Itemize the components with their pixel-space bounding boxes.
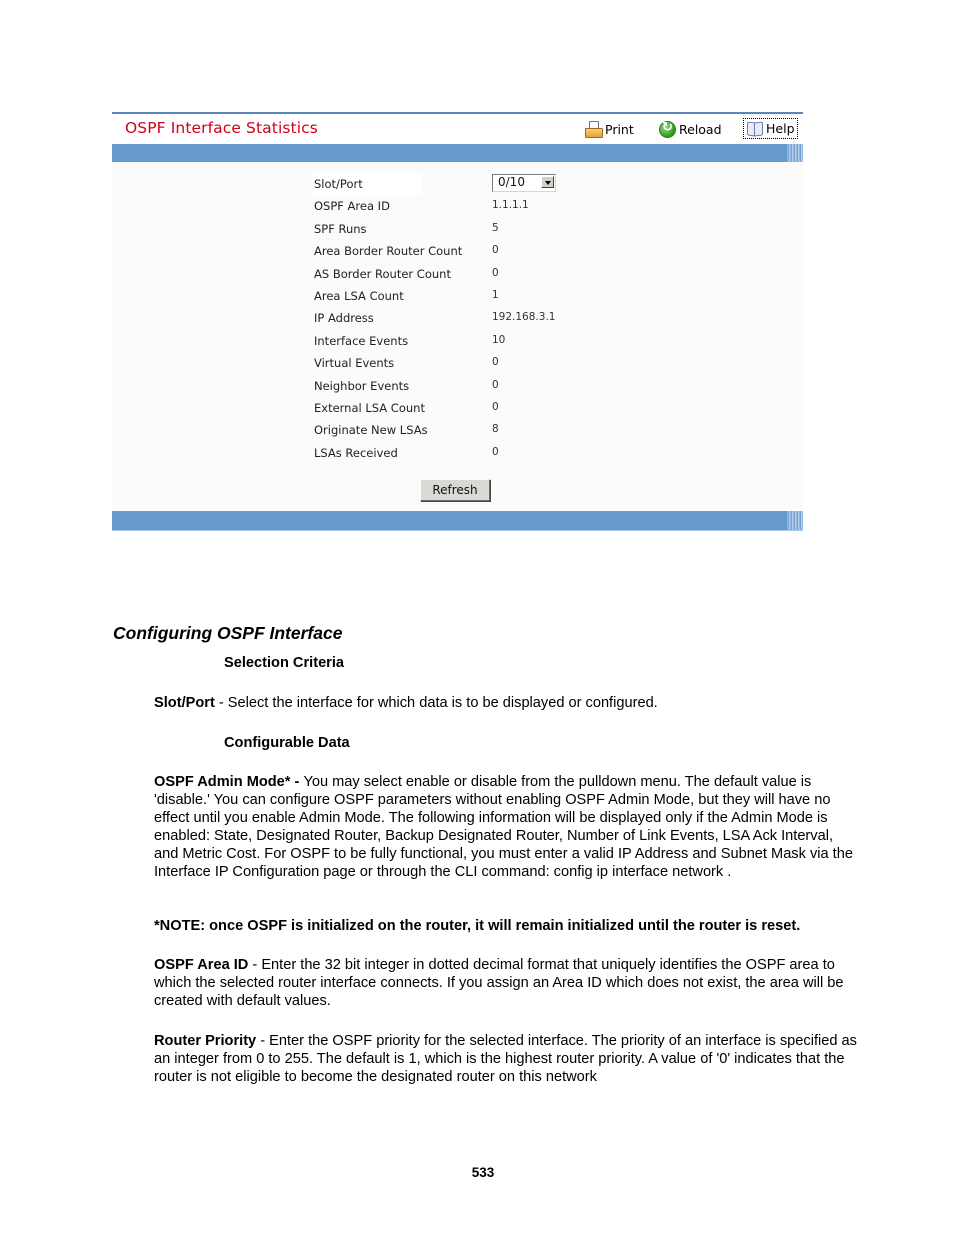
area-id-description: OSPF Area ID - Enter the 32 bit integer … bbox=[154, 956, 858, 1010]
stat-row: Virtual Events 0 bbox=[314, 351, 674, 373]
stat-value: 0 bbox=[492, 266, 499, 279]
reload-icon bbox=[659, 120, 676, 138]
stat-label: OSPF Area ID bbox=[314, 199, 390, 214]
stat-row: LSAs Received 0 bbox=[314, 441, 674, 463]
stat-label: SPF Runs bbox=[314, 221, 367, 236]
stat-value: 0 bbox=[492, 378, 499, 391]
stat-value: 0 bbox=[492, 356, 499, 369]
panel-header: OSPF Interface Statistics Print Reload H… bbox=[112, 114, 803, 144]
description: - Enter the 32 bit integer in dotted dec… bbox=[154, 957, 844, 1009]
print-label: Print bbox=[605, 121, 634, 137]
stat-label: Area Border Router Count bbox=[314, 244, 463, 259]
stat-value: 0 bbox=[492, 401, 499, 413]
slot-port-select[interactable]: 0/10 bbox=[492, 174, 556, 192]
stat-value: 1.1.1.1 bbox=[492, 199, 529, 212]
reload-button[interactable]: Reload bbox=[657, 119, 724, 139]
stat-row: Neighbor Events 0 bbox=[314, 374, 674, 396]
stat-label: LSAs Received bbox=[314, 445, 398, 460]
stat-value: 0 bbox=[492, 445, 499, 458]
help-label: Help bbox=[766, 121, 795, 136]
term: Slot/Port bbox=[154, 695, 215, 711]
reload-label: Reload bbox=[679, 121, 722, 137]
stat-label: Originate New LSAs bbox=[314, 423, 428, 438]
note: *NOTE: once OSPF is initialized on the r… bbox=[154, 918, 801, 934]
description: - Select the interface for which data is… bbox=[214, 695, 658, 711]
term: OSPF Area ID bbox=[154, 957, 249, 973]
admin-mode-description: OSPF Admin Mode* - You may select enable… bbox=[154, 773, 858, 881]
selection-criteria-heading: Selection Criteria bbox=[224, 655, 345, 671]
stat-label: Area LSA Count bbox=[314, 289, 404, 303]
stat-value: 192.168.3.1 bbox=[492, 311, 556, 324]
slot-port-value: 0/10 bbox=[498, 175, 525, 189]
stat-value: 10 bbox=[492, 333, 506, 346]
stat-row: SPF Runs 5 bbox=[314, 217, 674, 239]
refresh-button[interactable]: Refresh bbox=[420, 479, 490, 501]
print-button[interactable]: Print bbox=[583, 119, 636, 139]
header-band bbox=[112, 144, 803, 162]
stat-label: AS Border Router Count bbox=[314, 266, 451, 281]
term: OSPF Admin Mode* - bbox=[154, 774, 304, 790]
description: - Enter the OSPF priority for the select… bbox=[154, 1033, 857, 1085]
slot-port-description: Slot/Port - Select the interface for whi… bbox=[154, 694, 858, 712]
stat-row: IP Address 192.168.3.1 bbox=[314, 306, 674, 328]
stat-label: Virtual Events bbox=[314, 356, 395, 371]
stat-value: 8 bbox=[492, 423, 499, 436]
book-icon bbox=[746, 120, 763, 137]
section-heading: Configuring OSPF Interface bbox=[113, 623, 343, 643]
help-button[interactable]: Help bbox=[743, 118, 798, 139]
stat-label: Neighbor Events bbox=[314, 378, 410, 393]
configurable-data-heading: Configurable Data bbox=[224, 735, 350, 751]
slot-port-row: Slot/Port 0/10 bbox=[312, 172, 674, 195]
slot-port-label: Slot/Port bbox=[314, 177, 363, 191]
stat-value: 1 bbox=[492, 289, 499, 301]
stat-label: Interface Events bbox=[314, 333, 409, 348]
band-grip bbox=[787, 144, 803, 162]
printer-icon bbox=[585, 120, 603, 138]
router-priority-description: Router Priority - Enter the OSPF priorit… bbox=[154, 1032, 858, 1086]
ospf-interface-statistics-panel: OSPF Interface Statistics Print Reload H… bbox=[112, 112, 803, 531]
stat-row: Area Border Router Count 0 bbox=[314, 239, 674, 261]
stat-row: Originate New LSAs 8 bbox=[314, 418, 674, 440]
footer-band bbox=[112, 511, 803, 531]
stat-value: 5 bbox=[492, 221, 499, 234]
page-number: 533 bbox=[471, 1165, 495, 1180]
stat-row: AS Border Router Count 0 bbox=[314, 262, 674, 284]
stat-row: Interface Events 10 bbox=[314, 329, 674, 351]
stat-row: External LSA Count 0 bbox=[314, 396, 674, 418]
term: Router Priority bbox=[154, 1033, 257, 1049]
chevron-down-icon[interactable] bbox=[541, 176, 554, 188]
stat-row: Area LSA Count 1 bbox=[314, 284, 674, 306]
panel-title: OSPF Interface Statistics bbox=[125, 119, 318, 137]
stat-label: IP Address bbox=[314, 311, 374, 326]
stat-value: 0 bbox=[492, 244, 499, 257]
stat-row: OSPF Area ID 1.1.1.1 bbox=[314, 194, 674, 216]
band-grip bbox=[787, 511, 803, 530]
stat-label: External LSA Count bbox=[314, 401, 425, 415]
